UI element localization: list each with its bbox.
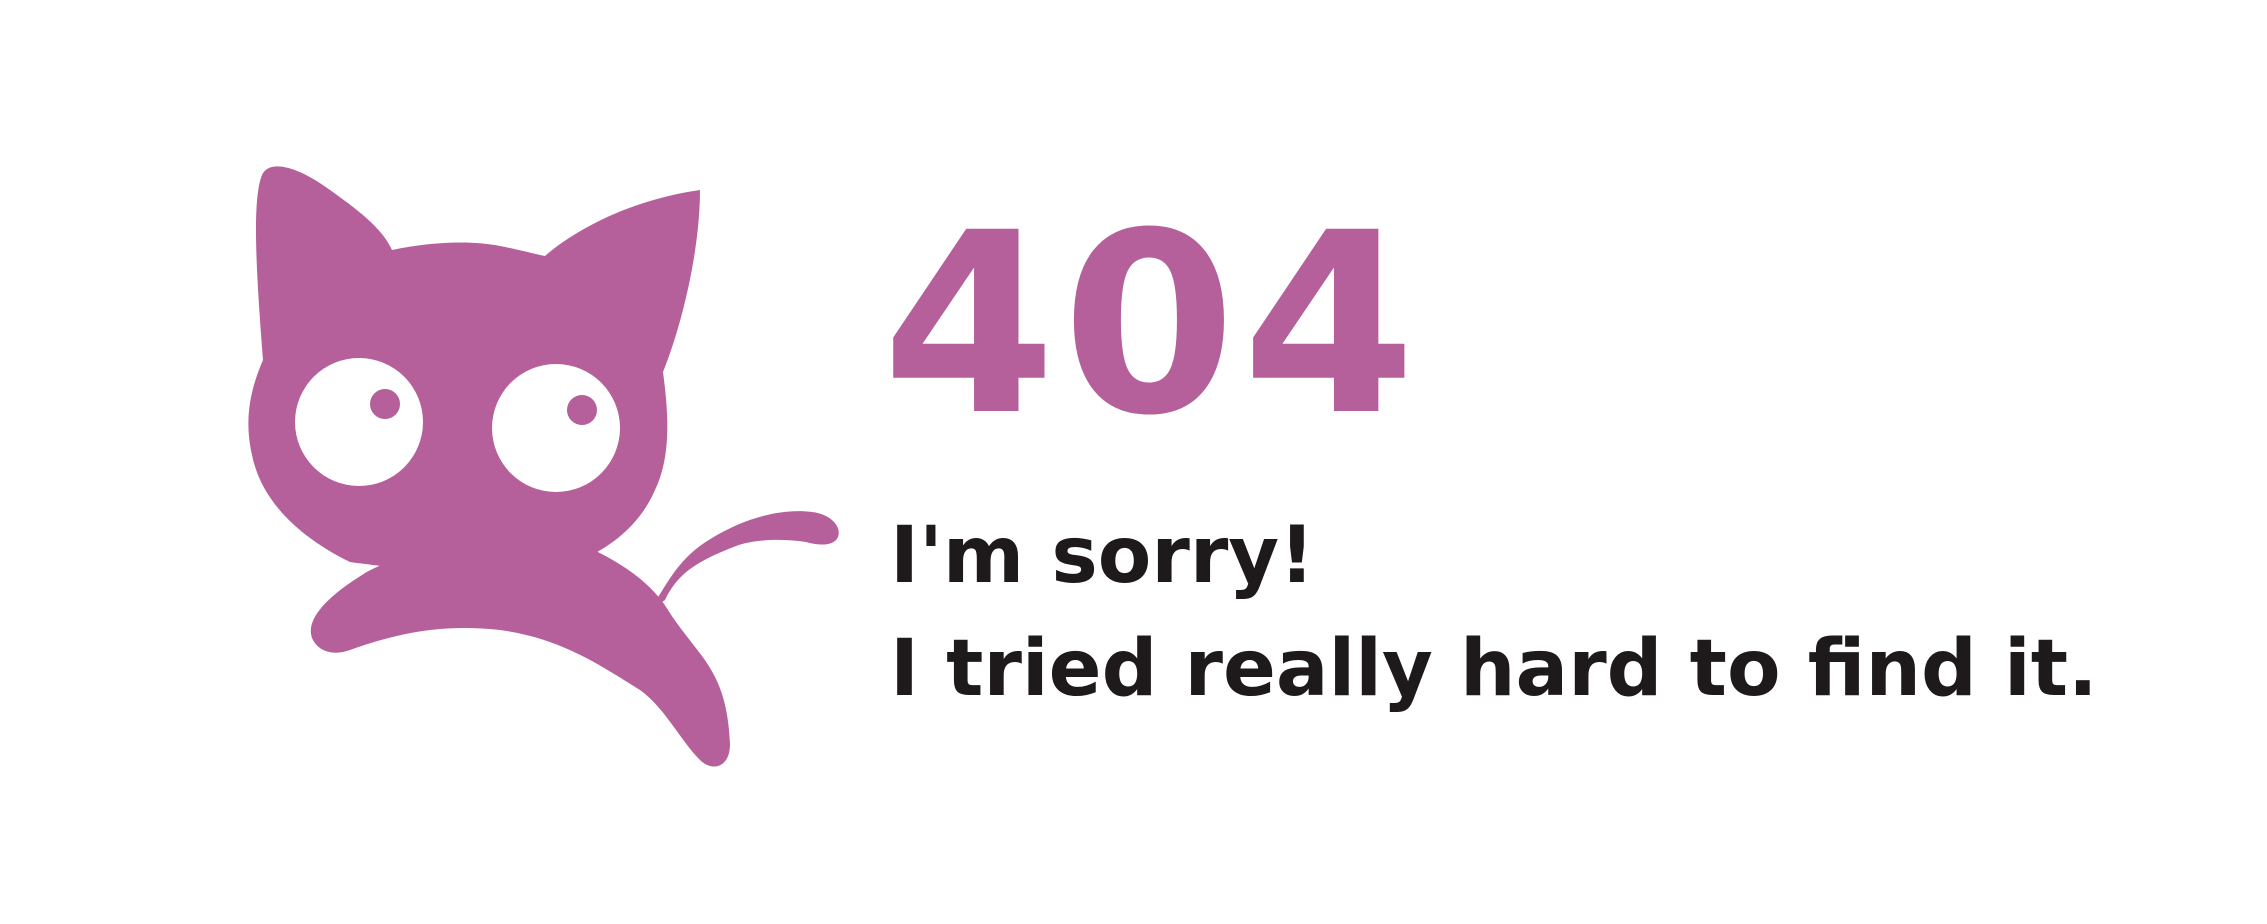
error-code: 404 <box>882 179 1422 470</box>
cat-head <box>248 166 700 579</box>
left-pupil <box>370 389 400 419</box>
right-pupil <box>567 395 597 425</box>
right-eye <box>492 364 620 492</box>
error-page: 404 I'm sorry! I tried really hard to fi… <box>0 0 2267 924</box>
explanation-line: I tried really hard to find it. <box>890 624 2098 714</box>
apology-line: I'm sorry! <box>890 511 1315 601</box>
cat-tail <box>648 511 839 612</box>
left-eye <box>295 358 423 486</box>
